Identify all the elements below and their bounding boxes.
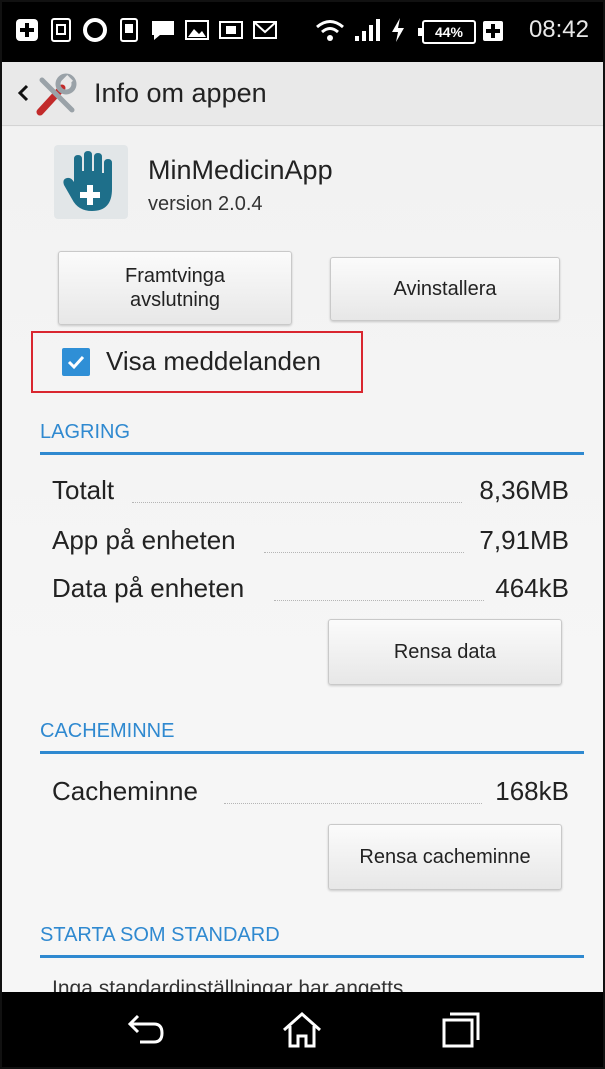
cache-row-value: 168kB <box>495 776 569 806</box>
cache-row-label: Cacheminne <box>52 776 198 806</box>
circle-icon <box>83 18 107 42</box>
app-version: version 2.0.4 <box>148 193 263 215</box>
clear-cache-button[interactable]: Rensa cacheminne <box>328 824 562 890</box>
back-icon[interactable] <box>120 1006 168 1054</box>
phone-icon <box>120 18 138 42</box>
uninstall-button[interactable]: Avinstallera <box>330 257 560 321</box>
clear-data-button[interactable]: Rensa data <box>328 619 562 685</box>
defaults-heading: STARTA SOM STANDARD <box>40 924 280 946</box>
dotted-leader <box>132 502 462 503</box>
page-title: Info om appen <box>94 78 267 108</box>
status-bar: 44% 08:42 <box>2 2 603 62</box>
show-notifications-label[interactable]: Visa meddelanden <box>106 346 321 377</box>
storage-heading: LAGRING <box>40 421 131 443</box>
cache-heading: CACHEMINNE <box>40 720 175 742</box>
action-bar: Info om appen <box>2 62 603 126</box>
image-icon <box>185 20 209 40</box>
show-notifications-checkbox[interactable] <box>62 348 90 376</box>
medical-cross-icon <box>16 19 38 41</box>
chevron-left-icon[interactable] <box>16 78 30 108</box>
charging-icon <box>392 18 404 42</box>
sim-icon <box>51 18 71 42</box>
cache-divider <box>40 751 584 754</box>
storage-row-value: 7,91MB <box>479 525 569 555</box>
clock: 08:42 <box>528 16 589 43</box>
battery-indicator: 44% <box>418 20 476 44</box>
plus-box-icon <box>483 21 503 41</box>
force-stop-button[interactable]: Framtvinga avslutning <box>58 251 292 325</box>
storage-row-value: 8,36MB <box>479 475 569 505</box>
app-name: MinMedicinApp <box>148 155 333 185</box>
defaults-divider <box>40 955 584 958</box>
recent-apps-icon[interactable] <box>436 1006 484 1054</box>
dotted-leader <box>224 803 482 804</box>
dotted-leader <box>264 552 464 553</box>
dotted-leader <box>274 600 484 601</box>
wifi-icon <box>316 20 344 41</box>
signal-icon <box>355 19 380 41</box>
storage-divider <box>40 452 584 455</box>
chat-icon <box>152 21 174 40</box>
hand-plus-icon <box>54 145 128 219</box>
storage-row-label: Data på enheten <box>52 573 245 603</box>
tools-icon[interactable] <box>32 72 80 118</box>
check-icon <box>67 355 85 370</box>
home-icon[interactable] <box>278 1006 326 1054</box>
navigation-bar <box>2 992 603 1067</box>
storage-row-label: Totalt <box>52 475 115 505</box>
storage-row-value: 464kB <box>495 573 569 603</box>
screen: 44% 08:42 Info om appen MinMedicinApp ve… <box>0 0 605 1069</box>
mail-icon <box>253 21 277 39</box>
storage-row-label: App på enheten <box>52 525 236 555</box>
card-icon <box>219 21 243 39</box>
